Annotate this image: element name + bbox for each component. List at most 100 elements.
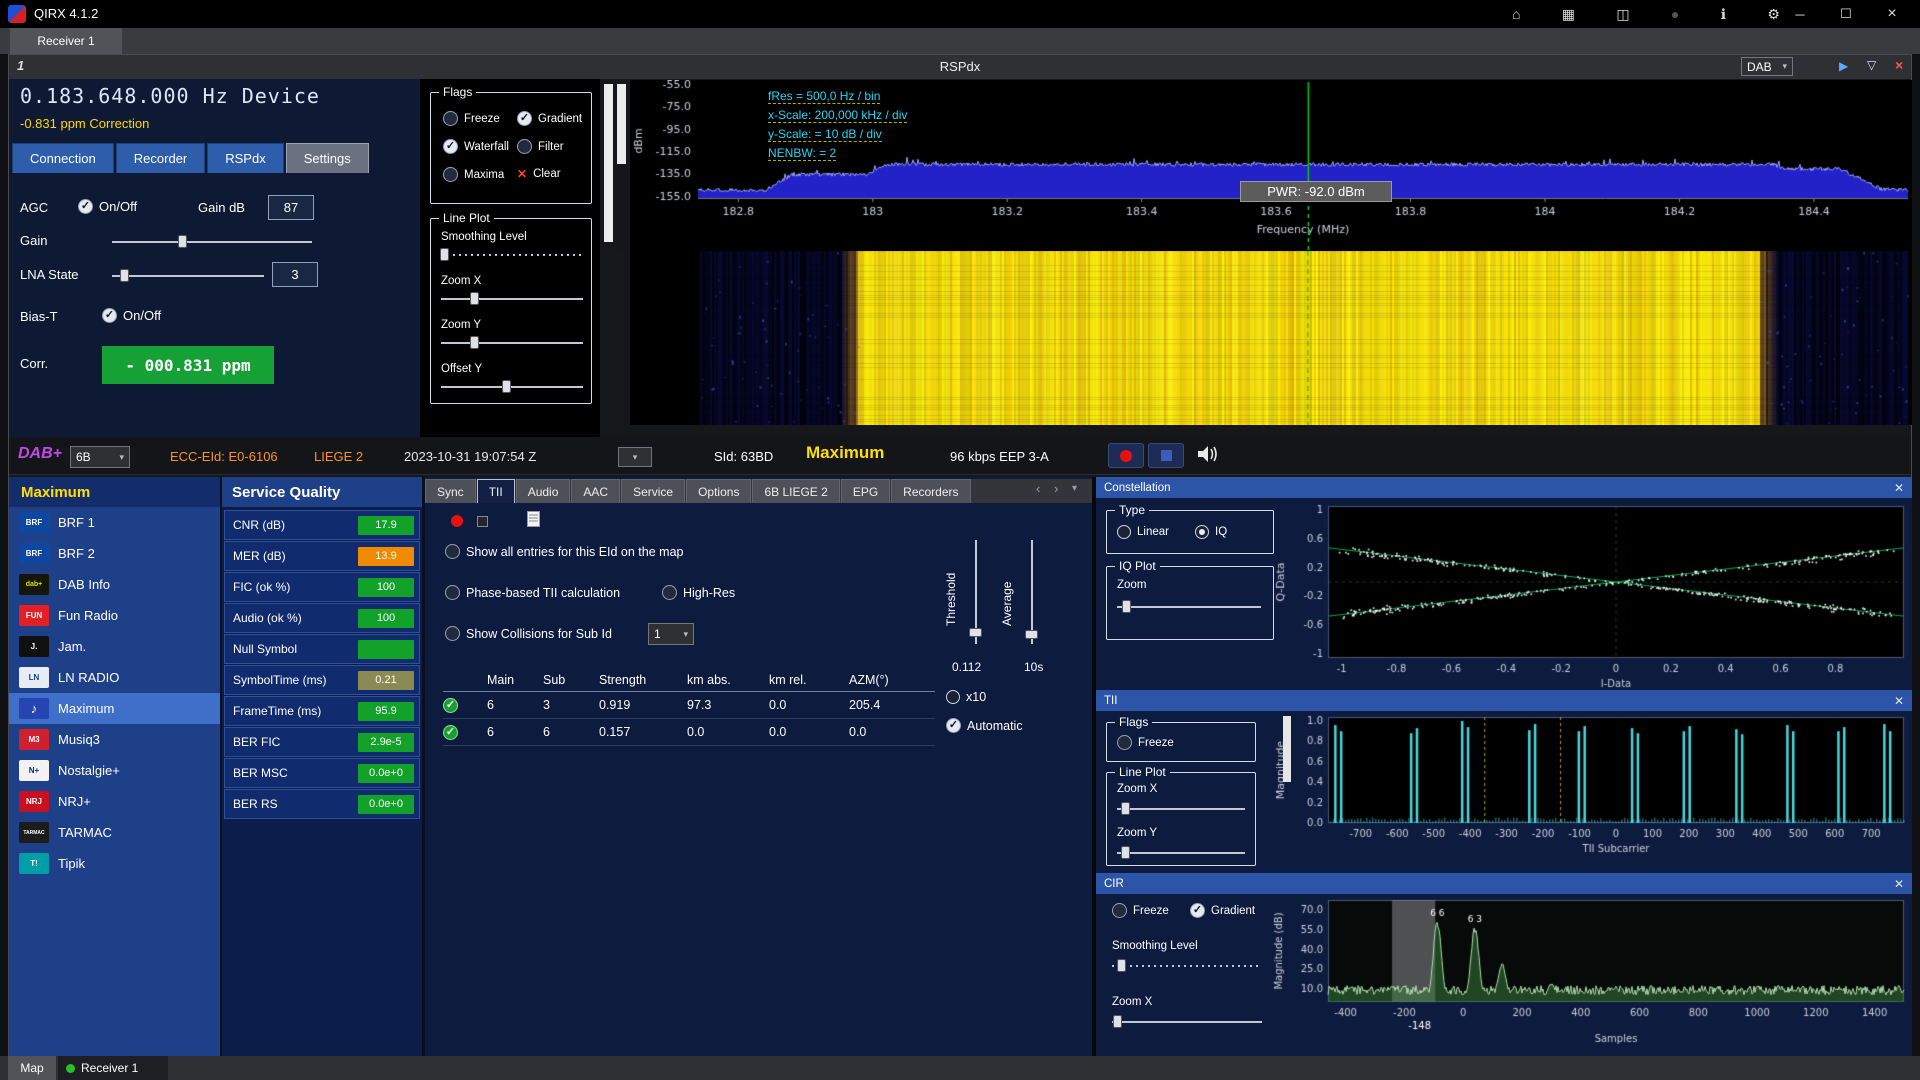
sidebar-item-maximum[interactable]: ♪ Maximum xyxy=(9,693,220,724)
radio-iq[interactable]: IQ xyxy=(1195,525,1227,539)
flag-filter[interactable]: Filter xyxy=(517,139,564,154)
stop-icon[interactable] xyxy=(477,516,488,527)
zoom-y-slider[interactable] xyxy=(441,335,583,350)
info-icon[interactable]: ℹ xyxy=(1721,6,1726,23)
row-checkbox-icon[interactable] xyxy=(443,725,458,740)
tab-audio[interactable]: Audio xyxy=(515,479,571,503)
status-icon[interactable]: ● xyxy=(1671,6,1679,22)
record-icon[interactable] xyxy=(451,515,463,527)
iq-zoom-slider[interactable] xyxy=(1117,599,1261,614)
sidebar-item-brf-1[interactable]: BRF BRF 1 xyxy=(9,507,220,538)
table-row[interactable]: 6 3 0.919 97.3 0.0 205.4 xyxy=(443,692,935,719)
slider-thumb[interactable] xyxy=(469,336,479,349)
average-slider[interactable] xyxy=(1024,540,1039,644)
tab-settings[interactable]: Settings xyxy=(285,143,369,173)
radio-linear[interactable]: Linear xyxy=(1117,525,1169,539)
slider-thumb[interactable] xyxy=(439,248,449,261)
home-icon[interactable]: ⌂ xyxy=(1512,6,1520,22)
table-row[interactable]: 6 6 0.157 0.0 0.0 0.0 xyxy=(443,719,935,746)
gain-slider[interactable] xyxy=(112,234,312,249)
slider-thumb[interactable] xyxy=(1112,1015,1122,1028)
show-all-checkbox[interactable]: Show all entries for this EId on the map xyxy=(445,544,683,559)
tab-recorder[interactable]: Recorder xyxy=(115,143,206,173)
slider-thumb[interactable] xyxy=(1025,629,1038,639)
sidebar-item-ln-radio[interactable]: LN LN RADIO xyxy=(9,662,220,693)
subid-select[interactable]: 1 ▾ xyxy=(648,623,694,645)
speaker-icon[interactable] xyxy=(1196,444,1220,467)
sidebar-item-brf-2[interactable]: BRF BRF 2 xyxy=(9,538,220,569)
smoothing-level-slider[interactable] xyxy=(439,247,583,262)
cir-plot[interactable] xyxy=(1268,894,1912,1054)
agc-onoff-checkbox[interactable]: On/Off xyxy=(78,199,137,214)
close-icon[interactable]: ✕ xyxy=(1894,694,1904,708)
sidebar-item-tarmac[interactable]: TARMAC TARMAC xyxy=(9,817,220,848)
threshold-slider[interactable] xyxy=(968,540,983,644)
tab-receiver-1-status[interactable]: Receiver 1 xyxy=(58,1056,168,1080)
tab-options[interactable]: Options xyxy=(686,479,752,503)
map-icon[interactable]: ◫ xyxy=(1616,6,1629,23)
settings-icon[interactable]: ⚙ xyxy=(1767,6,1780,23)
close-icon[interactable]: ✕ xyxy=(1894,481,1904,495)
tab-6b-liege-2[interactable]: 6B LIEGE 2 xyxy=(752,479,840,503)
lna-state-slider[interactable] xyxy=(112,268,264,283)
sidebar-item-jam[interactable]: J. Jam. xyxy=(9,631,220,662)
tab-service[interactable]: Service xyxy=(621,479,686,503)
sidebar-item-dab-info[interactable]: dab+ DAB Info xyxy=(9,569,220,600)
tab-epg[interactable]: EPG xyxy=(840,479,891,503)
record-button[interactable] xyxy=(1108,443,1144,468)
flag-maxima[interactable]: Maxima xyxy=(443,167,504,182)
flag-waterfall[interactable]: Waterfall xyxy=(443,139,509,154)
tii-zoom-y-slider[interactable] xyxy=(1117,845,1245,860)
collisions-checkbox[interactable]: Show Collisions for Sub Id xyxy=(445,626,612,641)
tabs-prev-icon[interactable]: ‹ xyxy=(1036,481,1040,496)
lna-state-value[interactable]: 3 xyxy=(272,262,318,287)
slider-thumb[interactable] xyxy=(120,269,130,282)
slider-thumb[interactable] xyxy=(178,235,187,248)
maximize-button[interactable]: ☐ xyxy=(1828,0,1864,28)
filter-icon[interactable]: ▽ xyxy=(1867,58,1876,72)
stop-button[interactable] xyxy=(1148,443,1184,468)
bias-t-checkbox[interactable]: On/Off xyxy=(102,308,161,323)
document-icon[interactable] xyxy=(527,511,540,530)
phase-tii-checkbox[interactable]: Phase-based TII calculation xyxy=(445,585,620,600)
tabs-more-icon[interactable]: ▾ xyxy=(1072,483,1077,494)
tii-zoom-x-slider[interactable] xyxy=(1117,801,1245,816)
slider-thumb[interactable] xyxy=(969,627,982,637)
play-icon[interactable]: ▶ xyxy=(1839,59,1848,73)
channel-select[interactable]: 6B ▾ xyxy=(70,446,130,468)
offset-y-slider[interactable] xyxy=(441,379,583,394)
cir-zoom-x-slider[interactable] xyxy=(1112,1014,1262,1029)
sidebar-item-musiq3[interactable]: M3 Musiq3 xyxy=(9,724,220,755)
grid-icon[interactable]: ▦ xyxy=(1562,6,1575,23)
close-button[interactable]: × xyxy=(1874,0,1910,28)
sidebar-item-nrj[interactable]: NRJ NRJ+ xyxy=(9,786,220,817)
tabs-next-icon[interactable]: › xyxy=(1054,481,1058,496)
sidebar-item-fun-radio[interactable]: FUN Fun Radio xyxy=(9,600,220,631)
close-icon[interactable]: ✕ xyxy=(1894,877,1904,891)
tii-subcarrier-plot[interactable] xyxy=(1268,711,1912,873)
cir-smoothing-slider[interactable] xyxy=(1112,958,1262,973)
sidebar-item-nostalgie[interactable]: N+ Nostalgie+ xyxy=(9,755,220,786)
row-checkbox-icon[interactable] xyxy=(443,698,458,713)
slider-thumb[interactable] xyxy=(1120,802,1130,815)
clear-button[interactable]: Clear xyxy=(517,167,560,181)
flag-freeze[interactable]: Freeze xyxy=(443,111,500,126)
gain-db-value[interactable]: 87 xyxy=(268,195,314,220)
tab-recorders[interactable]: Recorders xyxy=(891,479,971,503)
tab-rspdx[interactable]: RSPdx xyxy=(207,143,284,173)
scrollbar[interactable] xyxy=(1283,716,1291,782)
tab-tii[interactable]: TII xyxy=(476,479,515,503)
tab-map[interactable]: Map xyxy=(8,1056,56,1080)
highres-checkbox[interactable]: High-Res xyxy=(662,585,735,600)
waterfall-plot[interactable] xyxy=(630,251,1912,425)
minimize-button[interactable]: ─ xyxy=(1782,0,1818,28)
slider-thumb[interactable] xyxy=(1117,959,1126,972)
tii-freeze-checkbox[interactable]: Freeze xyxy=(1117,735,1174,750)
flag-gradient[interactable]: Gradient xyxy=(517,111,582,126)
slider-thumb[interactable] xyxy=(1120,846,1130,859)
close-receiver-icon[interactable]: × xyxy=(1895,57,1903,73)
cir-gradient-checkbox[interactable]: Gradient xyxy=(1190,903,1255,918)
mode-select[interactable]: DAB ▾ xyxy=(1741,57,1793,76)
tab-sync[interactable]: Sync xyxy=(425,479,476,503)
zoom-x-slider[interactable] xyxy=(441,291,583,306)
